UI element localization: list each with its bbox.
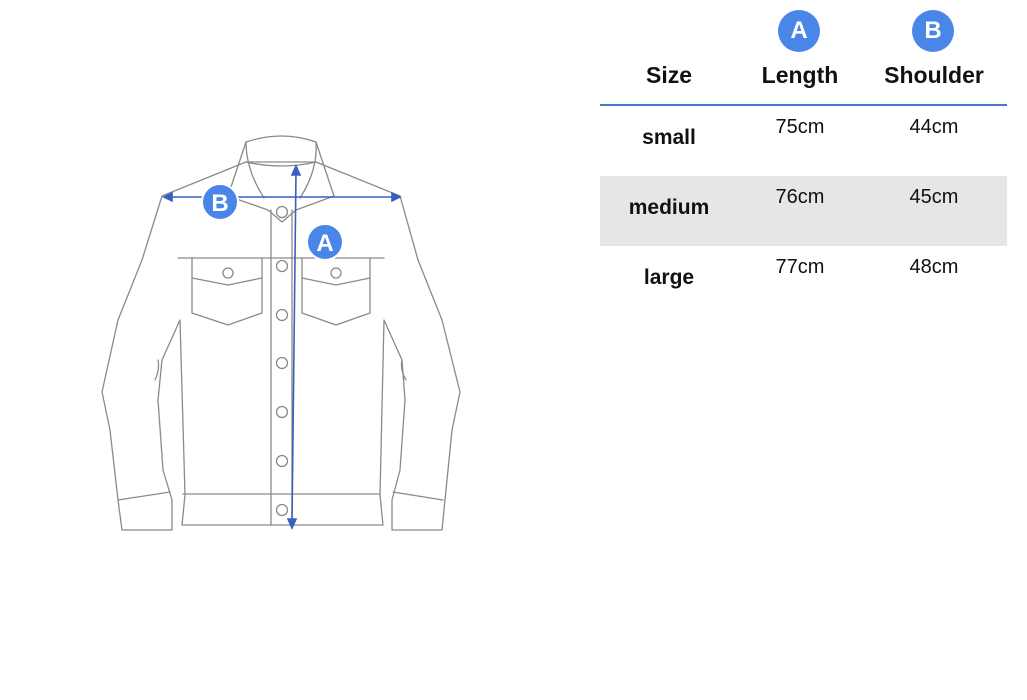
- shoulder-badge-b: B: [912, 10, 954, 52]
- table-row: small 75cm 44cm: [600, 106, 1007, 176]
- svg-text:A: A: [316, 230, 333, 257]
- row-shoulder: 48cm: [909, 256, 959, 278]
- size-chart-table: A B Size Length Shoulder small 75cm 44cm…: [600, 0, 1007, 316]
- row-length: 75cm: [775, 116, 825, 138]
- row-size: small: [642, 126, 696, 149]
- row-length: 76cm: [775, 186, 825, 208]
- table-row: medium 76cm 45cm: [600, 176, 1007, 246]
- header-size: Size: [645, 62, 693, 88]
- row-size: medium: [628, 196, 710, 219]
- svg-text:B: B: [211, 190, 228, 217]
- header-length: Length: [761, 62, 839, 88]
- jacket-diagram: B A: [101, 135, 461, 531]
- table-header-row: Size Length Shoulder: [600, 60, 1007, 106]
- row-length: 77cm: [775, 256, 825, 278]
- header-shoulder: Shoulder: [884, 62, 984, 88]
- measurement-lines: [162, 164, 402, 530]
- row-shoulder: 44cm: [909, 116, 959, 138]
- length-badge-a: A: [778, 10, 820, 52]
- table-row: large 77cm 48cm: [600, 246, 1007, 316]
- row-size: large: [643, 266, 695, 289]
- badge-b: B: [201, 183, 239, 221]
- header-badges: A B: [600, 0, 1007, 60]
- badge-a: A: [306, 223, 344, 261]
- row-shoulder: 45cm: [909, 186, 959, 208]
